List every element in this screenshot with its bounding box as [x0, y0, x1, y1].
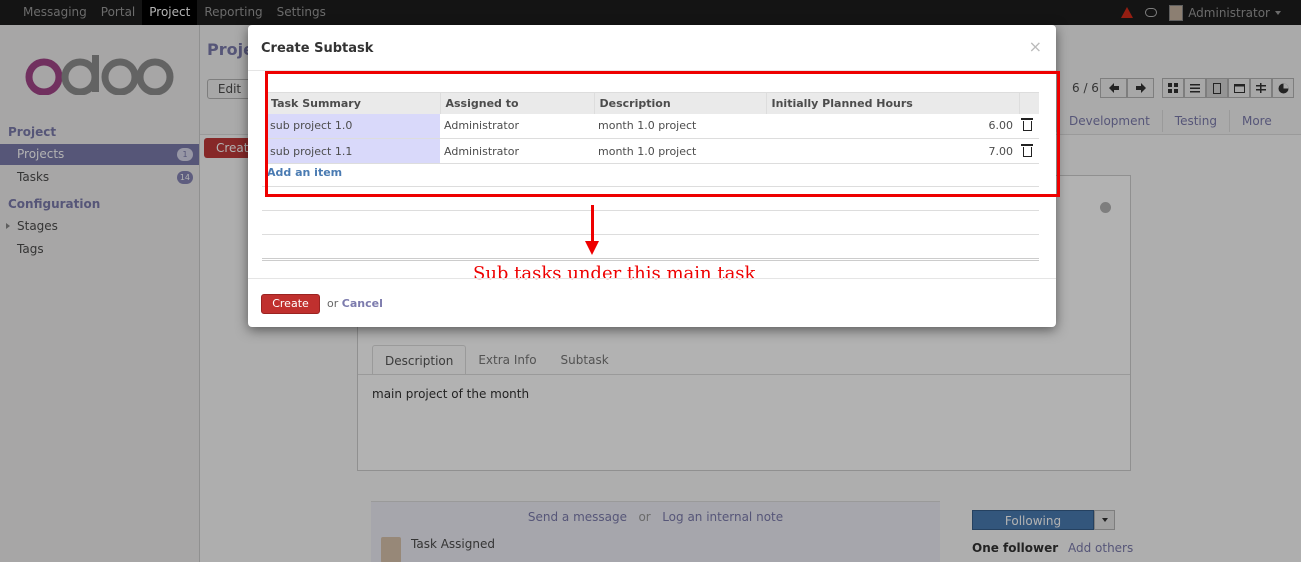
- empty-row-divider: [262, 210, 1039, 211]
- cancel-link[interactable]: Cancel: [342, 297, 383, 310]
- arrow-down-icon: [585, 241, 599, 255]
- table-footer-divider: [262, 258, 1039, 261]
- or-text: or: [327, 297, 339, 310]
- close-icon[interactable]: ×: [1029, 37, 1042, 56]
- annotation-arrow: [591, 205, 594, 243]
- empty-row-divider: [262, 234, 1039, 235]
- annotation-text: Sub tasks under this main task: [473, 263, 756, 284]
- dialog-title: Create Subtask: [261, 41, 374, 56]
- dialog-footer-divider: [248, 278, 1056, 279]
- annotation-highlight-box: [265, 71, 1060, 197]
- create-button[interactable]: Create: [261, 294, 320, 314]
- create-subtask-dialog: Create Subtask × Task Summary Assigned t…: [248, 25, 1060, 327]
- footer-or-cancel: or Cancel: [327, 297, 383, 310]
